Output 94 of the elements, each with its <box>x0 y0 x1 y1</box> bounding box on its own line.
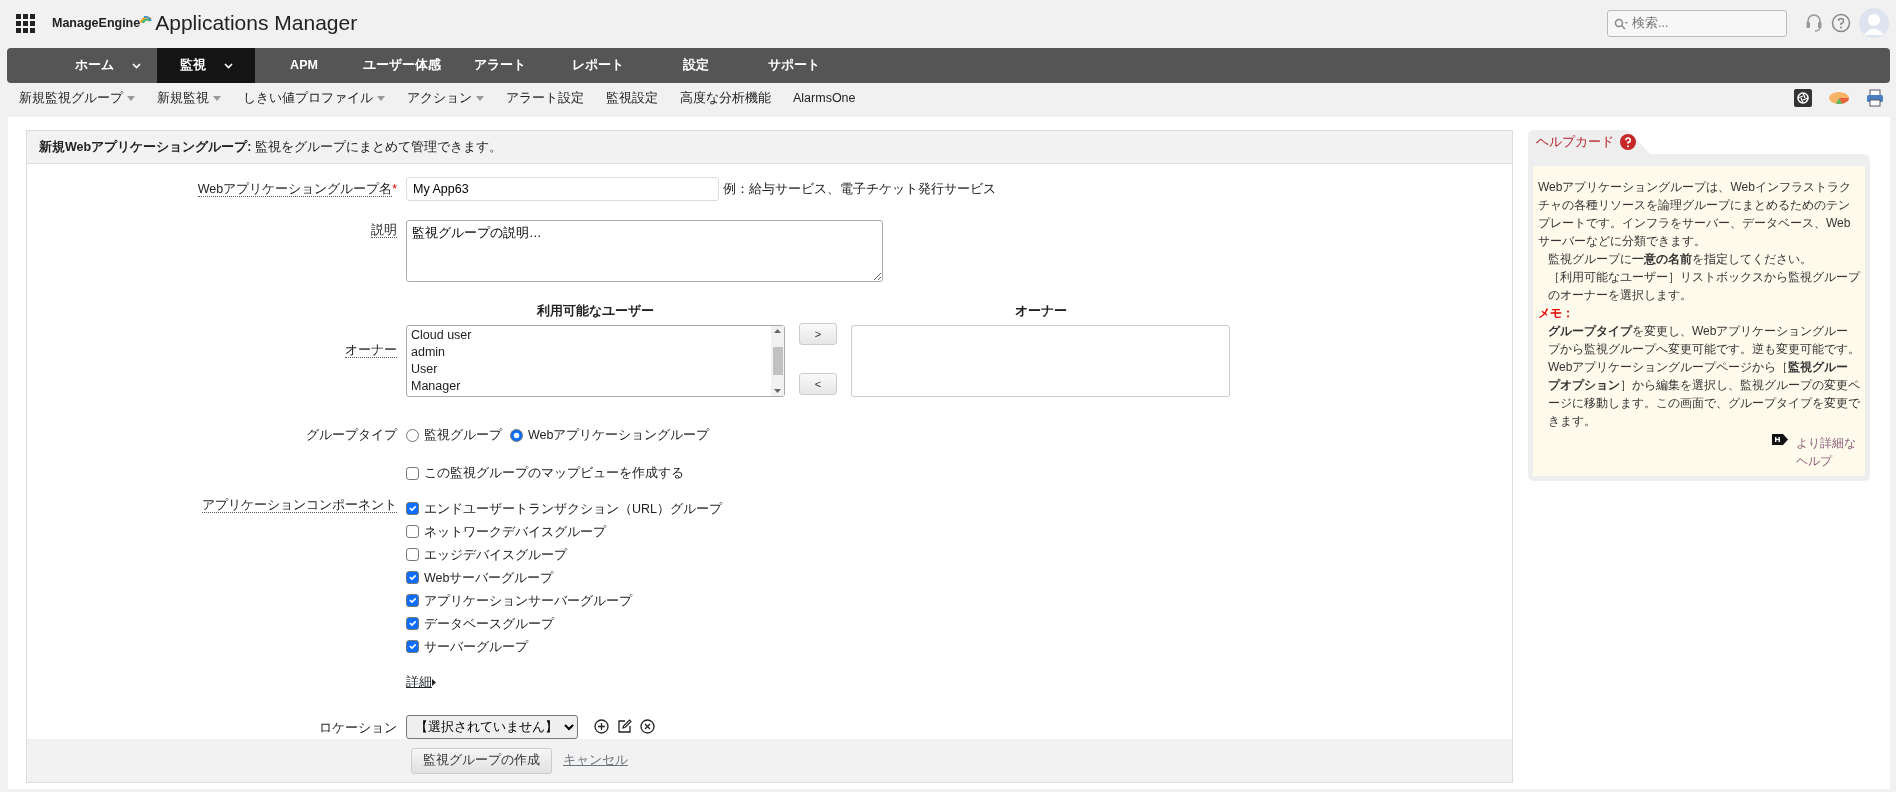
chevron-down-icon <box>132 62 141 69</box>
checkbox-label: ネットワークデバイスグループ <box>424 523 606 541</box>
apps-grid-icon[interactable] <box>16 13 35 33</box>
details-link[interactable]: 詳細 <box>406 673 432 693</box>
remove-icon[interactable] <box>640 719 655 735</box>
headset-icon[interactable] <box>1805 13 1823 33</box>
list-item[interactable]: Manager <box>411 378 767 395</box>
menu-link[interactable]: 新規監視グループ <box>19 88 135 108</box>
caret-right-icon <box>432 679 436 687</box>
radio-label: Webアプリケーショングループ <box>528 426 710 444</box>
menu-link[interactable]: アラート設定 <box>506 88 584 108</box>
menu-link[interactable]: アクション <box>407 88 484 108</box>
scrollbar[interactable] <box>771 326 784 396</box>
add-icon[interactable] <box>594 719 609 735</box>
menu-link[interactable]: 新規監視 <box>157 88 221 108</box>
text-area[interactable]: 監視グループの説明… <box>406 219 883 282</box>
checkbox[interactable] <box>406 594 419 608</box>
checkbox-label: アプリケーションサーバーグループ <box>424 592 632 610</box>
nav-tab[interactable]: レポート <box>549 48 647 83</box>
checkbox-label: エンドユーザートランザクション（URL）グループ <box>424 500 722 518</box>
menu-link[interactable]: 監視設定 <box>606 88 658 108</box>
field-label: グループタイプ <box>306 427 397 442</box>
checkbox-label: データベースグループ <box>424 615 554 633</box>
help-icon <box>1620 134 1636 150</box>
list-heading: オーナー <box>1013 303 1068 321</box>
caret-down-icon <box>213 95 221 101</box>
checkbox[interactable] <box>406 617 419 631</box>
text-field[interactable]: My App63 <box>406 177 719 202</box>
app-title: Applications Manager <box>155 10 358 37</box>
help-text: Webアプリケーショングループページから［監視グループオプション］から編集を選択し、監視グループの変更ページに移動します。この画面で、グループタイプを変更できます。 <box>1547 359 1860 430</box>
list-item[interactable]: Cloud user <box>411 327 767 344</box>
form-title: 新規Webアプリケーショングループ: 監視をグループにまとめて管理できます。 <box>39 138 502 156</box>
help-text: Webアプリケーショングループは、Webインフラストラクチャの各種リソースを論理グループにまとめるためのテンプレートです。インフラをサーバー、データベース、Webサーバーなどに分類できます。 <box>1538 179 1852 250</box>
caret-down-icon <box>476 95 484 101</box>
menu-link[interactable]: しきい値プロファイル <box>243 88 385 108</box>
checkbox[interactable] <box>406 525 419 539</box>
help-text: 監視グループに一意の名前を指定してください。 <box>1547 251 1813 268</box>
field-label: ロケーション <box>319 721 397 736</box>
radio-button[interactable] <box>406 428 419 442</box>
search-icon <box>1614 17 1628 30</box>
field-label: オーナー <box>345 343 397 359</box>
scroll-down-icon <box>774 389 781 393</box>
checkbox-label: エッジデバイスグループ <box>424 546 567 564</box>
nav-tab[interactable]: 監視 <box>157 48 255 83</box>
search-field[interactable]: 検索... <box>1607 9 1787 37</box>
more-help-link[interactable]: より詳細なヘルプ <box>1796 434 1860 470</box>
help-icon[interactable] <box>1831 13 1851 33</box>
help-text: ［利用可能なユーザー］リストボックスから監視グループのオーナーを選択します。 <box>1547 269 1860 304</box>
radio-label: 監視グループ <box>424 426 502 444</box>
field-label: アプリケーションコンポーネント <box>202 498 397 514</box>
checkbox-label: この監視グループのマップビューを作成する <box>424 465 684 483</box>
field-label: 説明 <box>371 222 397 238</box>
caret-down-icon <box>127 95 135 101</box>
aperture-icon[interactable] <box>1794 89 1812 107</box>
list-item[interactable]: admin <box>411 344 767 361</box>
edit-icon[interactable] <box>617 719 632 735</box>
location-select[interactable]: 【選択されていません】 <box>406 714 578 739</box>
nav-tab[interactable]: アラート <box>451 48 549 83</box>
checkbox[interactable] <box>406 502 419 516</box>
checkbox[interactable] <box>406 467 419 481</box>
nav-tab[interactable]: ユーザー体感 <box>353 48 451 83</box>
nav-tab[interactable]: 設定 <box>647 48 745 83</box>
add-button[interactable]: > <box>799 323 837 346</box>
required-mark: * <box>392 182 397 196</box>
list-heading: 利用可能なユーザー <box>536 303 655 321</box>
cancel-link[interactable]: キャンセル <box>563 751 628 770</box>
checkbox[interactable] <box>406 640 419 654</box>
help-arrow-icon <box>1772 434 1788 445</box>
nav-tab[interactable]: ホーム <box>59 48 157 83</box>
create-button[interactable]: 監視グループの作成 <box>411 747 552 774</box>
caret-down-icon <box>377 95 385 101</box>
remove-button[interactable]: < <box>799 373 837 396</box>
checkbox[interactable] <box>406 548 419 562</box>
memo-label: メモ： <box>1538 305 1575 322</box>
list-item[interactable]: User <box>411 361 767 378</box>
radio-button[interactable] <box>510 428 523 442</box>
chevron-down-icon <box>223 62 233 69</box>
printer-icon[interactable] <box>1866 89 1884 107</box>
pie-chart-icon[interactable] <box>1828 90 1850 106</box>
checkbox-label: サーバーグループ <box>424 638 528 656</box>
nav-tab[interactable]: サポート <box>745 48 843 83</box>
logo-icon <box>140 13 153 25</box>
checkbox-label: Webサーバーグループ <box>424 569 554 587</box>
nav-tab[interactable]: APM <box>255 48 353 83</box>
hint-text: 例：給与サービス、電子チケット発行サービス <box>723 180 996 198</box>
help-card-title: ヘルプカード <box>1536 133 1614 151</box>
checkbox[interactable] <box>406 571 419 585</box>
list-box[interactable]: Cloud user admin User Manager <box>406 325 785 397</box>
field-label: Webアプリケーショングループ名 <box>197 182 393 197</box>
menu-link[interactable]: AlarmsOne <box>793 88 856 108</box>
help-text: グループタイプを変更し、Webアプリケーショングループから監視グループへ変更可能です。逆も変更可能です。 <box>1547 323 1860 358</box>
brand-name: ManageEngine <box>52 14 141 32</box>
scroll-up-icon <box>774 329 781 333</box>
menu-link[interactable]: 高度な分析機能 <box>680 88 771 108</box>
